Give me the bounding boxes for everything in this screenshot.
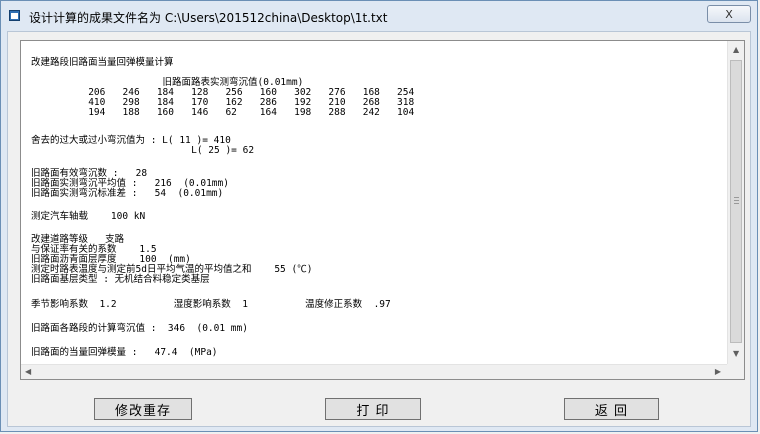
vertical-scroll-thumb[interactable]: [730, 60, 742, 343]
close-icon: X: [725, 7, 733, 21]
vertical-scrollbar[interactable]: ▲ ▼: [727, 41, 744, 364]
base-type: 旧路面基层类型 : 无机结合料稳定类基层: [31, 274, 210, 285]
window-title: 设计计算的成果文件名为 C:\Users\201512china\Desktop…: [29, 11, 388, 25]
deflection-row-3: 194 188 160 146 62 164 198 288 242 104: [31, 107, 415, 118]
scroll-right-icon[interactable]: ▶: [715, 368, 721, 376]
axle-load: 测定汽车轴载 100 kN: [31, 211, 146, 222]
modify-save-button[interactable]: 修改重存: [94, 398, 192, 420]
scroll-left-icon[interactable]: ◀: [25, 368, 31, 376]
coefficients: 季节影响系数 1.2 湿度影响系数 1 温度修正系数 .97: [31, 299, 391, 310]
back-button[interactable]: 返 回: [564, 398, 659, 420]
result-textbox[interactable]: 改建路段旧路面当量回弹模量计算 旧路面路表实测弯沉值(0.01mm) 206 2…: [20, 40, 745, 380]
print-button[interactable]: 打 印: [325, 398, 421, 420]
result-dialog: 设计计算的成果文件名为 C:\Users\201512china\Desktop…: [0, 0, 758, 432]
equivalent-modulus: 旧路面的当量回弹模量 : 47.4 (MPa): [31, 347, 218, 358]
app-icon: [9, 10, 20, 21]
calculated-deflection: 旧路面各路段的计算弯沉值 : 346 (0.01 mm): [31, 323, 248, 334]
title-bar[interactable]: 设计计算的成果文件名为 C:\Users\201512china\Desktop…: [1, 1, 757, 31]
discarded-value-2: L( 25 )= 62: [31, 145, 255, 156]
scrollbar-corner: [727, 364, 744, 379]
scroll-up-icon[interactable]: ▲: [733, 46, 739, 54]
dialog-client: 改建路段旧路面当量回弹模量计算 旧路面路表实测弯沉值(0.01mm) 206 2…: [7, 31, 751, 427]
horizontal-scrollbar[interactable]: ◀ ▶: [21, 364, 727, 379]
close-button[interactable]: X: [707, 5, 751, 23]
scroll-down-icon[interactable]: ▼: [733, 350, 739, 358]
report-content: 改建路段旧路面当量回弹模量计算 旧路面路表实测弯沉值(0.01mm) 206 2…: [21, 41, 725, 364]
std-deflection: 旧路面实测弯沉标准差 : 54 (0.01mm): [31, 188, 224, 199]
report-title: 改建路段旧路面当量回弹模量计算: [31, 57, 174, 68]
